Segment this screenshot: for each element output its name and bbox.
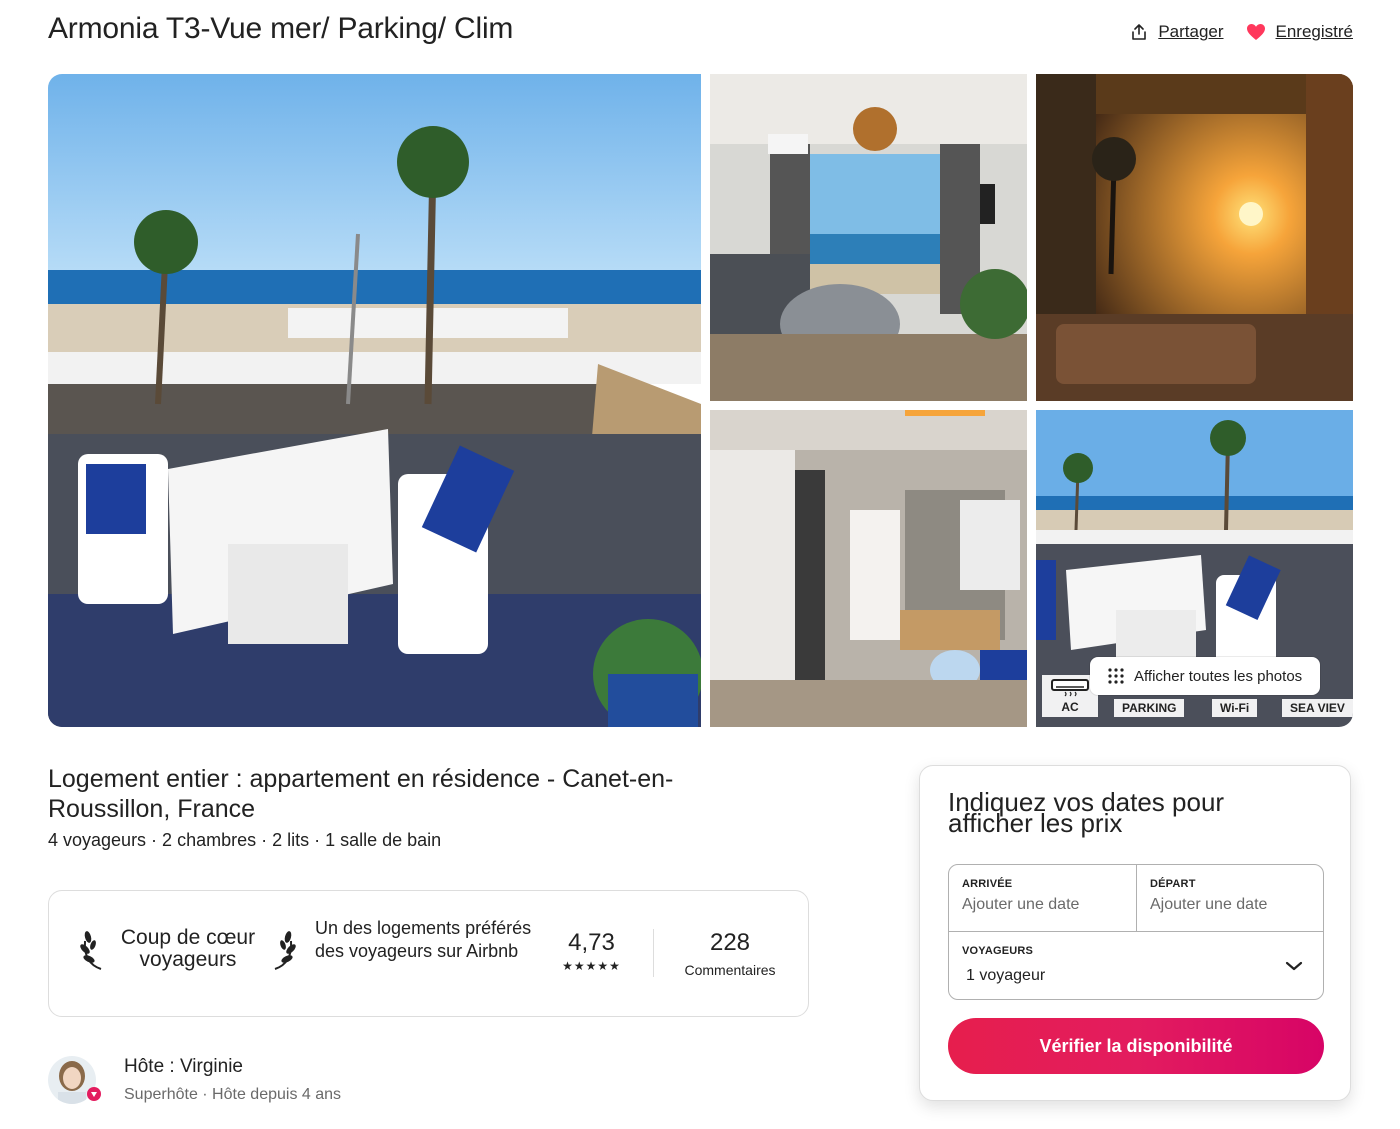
host-avatar [48, 1056, 101, 1104]
header-actions: Partager Enregistré [1130, 22, 1353, 42]
photo-living-room[interactable] [710, 74, 1027, 401]
photo-hallway-kitchen[interactable] [710, 410, 1027, 727]
grid-dots-icon [1108, 668, 1124, 684]
listing-title: Armonia T3-Vue mer/ Parking/ Clim [48, 12, 514, 45]
checkin-placeholder: Ajouter une date [962, 896, 1080, 913]
amenity-sea-view: SEA VIEV [1282, 699, 1353, 717]
laurel-left-icon [80, 931, 102, 970]
guest-favorite-card[interactable]: Coup de cœur voyageurs Un des logements … [48, 890, 809, 1017]
reviews-label: Commentaires [684, 962, 776, 978]
photo-sunset-view[interactable] [1036, 74, 1353, 401]
show-all-photos-label: Afficher toutes les photos [1134, 667, 1303, 685]
share-icon [1132, 24, 1147, 40]
guest-favorite-badge: Coup de cœur voyageurs [79, 927, 297, 971]
checkin-field[interactable]: ARRIVÉE Ajouter une date [949, 865, 1137, 931]
reviews-count: 228 [709, 929, 751, 956]
guest-favorite-label: Coup de cœur voyageurs [120, 926, 256, 971]
amenity-parking: PARKING [1114, 699, 1185, 717]
host-subtitle: Superhôte · Hôte depuis 4 ans [124, 1086, 342, 1103]
guest-favorite-description: Un des logements préférés des voyageurs … [315, 918, 532, 961]
photo-balcony-sea-view[interactable] [48, 74, 701, 727]
superhost-badge-icon [87, 1087, 101, 1101]
heart-icon [1246, 24, 1265, 40]
saved-button[interactable]: Enregistré [1246, 22, 1353, 42]
amenity-wifi: Wi-Fi [1212, 699, 1258, 717]
checkin-label: ARRIVÉE [962, 878, 1013, 890]
checkout-label: DÉPART [1150, 878, 1196, 890]
air-conditioner-icon [1051, 679, 1089, 697]
host-name: Hôte : Virginie [124, 1056, 243, 1077]
share-button[interactable]: Partager [1130, 22, 1224, 42]
rating: 4,73 ★★★★★ [549, 929, 634, 973]
star-rating-icons: ★★★★★ [562, 959, 621, 973]
date-picker: ARRIVÉE Ajouter une date DÉPART Ajouter … [948, 864, 1324, 1000]
divider [653, 929, 654, 977]
chevron-down-icon [1285, 961, 1303, 971]
rating-value: 4,73 [568, 929, 615, 956]
share-label: Partager [1158, 22, 1224, 41]
photo-gallery: AC PARKING Wi-Fi SEA VIEV [48, 74, 1353, 727]
reviews-link[interactable]: 228 Commentaires [669, 929, 791, 978]
laurel-right-icon [274, 931, 296, 970]
saved-label: Enregistré [1275, 22, 1353, 41]
booking-title: Indiquez vos dates pour afficher les pri… [948, 787, 1225, 838]
checkout-field[interactable]: DÉPART Ajouter une date [1137, 865, 1325, 931]
guests-select[interactable]: VOYAGEURS 1 voyageur [949, 931, 1323, 1000]
show-all-photos-button[interactable]: Afficher toutes les photos [1090, 657, 1321, 695]
checkout-placeholder: Ajouter une date [1150, 896, 1268, 913]
check-availability-button[interactable]: Vérifier la disponibilité [948, 1018, 1324, 1074]
listing-details: 4 voyageurs · 2 chambres · 2 lits · 1 sa… [48, 830, 442, 850]
guests-value: 1 voyageur [966, 967, 1046, 984]
guests-label: VOYAGEURS [962, 945, 1034, 957]
booking-card: Indiquez vos dates pour afficher les pri… [919, 765, 1351, 1101]
listing-subtitle: Logement entier : appartement en résiden… [48, 765, 674, 823]
host-section[interactable]: Hôte : Virginie Superhôte · Hôte depuis … [48, 1056, 341, 1104]
